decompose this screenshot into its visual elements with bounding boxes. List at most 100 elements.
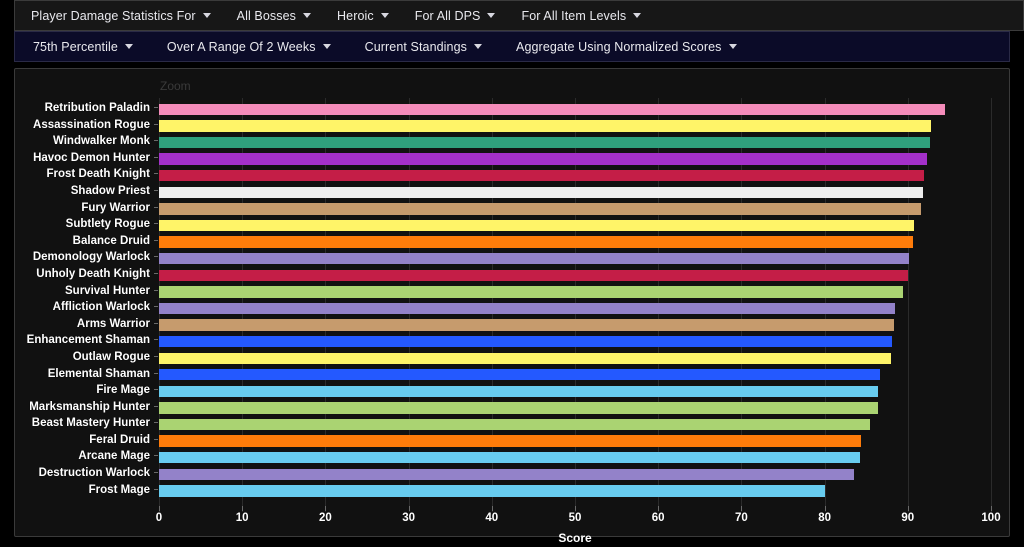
bar-row[interactable]: Arcane Mage (78, 449, 991, 466)
bar-row[interactable]: Unholy Death Knight (36, 267, 991, 284)
bar-category-label: Unholy Death Knight (36, 267, 150, 280)
bar[interactable] (159, 120, 932, 132)
bar-category-label: Survival Hunter (65, 284, 150, 297)
bar-row[interactable]: Shadow Priest (71, 184, 991, 201)
menu-metric[interactable]: Player Damage Statistics For (21, 5, 221, 27)
menu-boss[interactable]: All Bosses (227, 5, 321, 27)
bar[interactable] (159, 186, 923, 198)
bar-category-label: Windwalker Monk (52, 135, 150, 148)
bar-row[interactable]: Affliction Warlock (53, 300, 991, 317)
y-axis-tick-mark (154, 289, 158, 291)
bar-category-label: Marksmanship Hunter (29, 400, 150, 413)
bar-category-label: Enhancement Shaman (26, 334, 150, 347)
y-axis-tick-mark (154, 189, 158, 191)
bar-row[interactable]: Enhancement Shaman (27, 333, 991, 350)
bar-category-label: Retribution Paladin (44, 102, 150, 114)
bar-row[interactable]: Outlaw Rogue (73, 350, 991, 367)
bar[interactable] (159, 286, 903, 298)
menu-difficulty[interactable]: Heroic (327, 5, 399, 27)
y-axis-tick-mark (154, 389, 158, 391)
y-axis-tick-mark (154, 339, 158, 341)
menu-time-range[interactable]: Over A Range Of 2 Weeks (157, 36, 341, 58)
bar-row[interactable]: Marksmanship Hunter (29, 400, 991, 417)
bar-row[interactable]: Elemental Shaman (48, 367, 991, 384)
x-axis-tick-mark (824, 506, 826, 511)
zoom-label[interactable]: Zoom (160, 79, 191, 93)
bar[interactable] (159, 219, 914, 232)
menu-aggregation[interactable]: Aggregate Using Normalized Scores (506, 36, 746, 58)
bar-category-label: Elemental Shaman (47, 367, 150, 380)
menu-boss-label: All Bosses (236, 8, 297, 23)
bar-row[interactable]: Frost Mage (89, 483, 991, 500)
bar[interactable] (159, 153, 927, 165)
bar-row[interactable]: Demonology Warlock (33, 250, 991, 267)
x-axis-tick-label: 30 (402, 512, 415, 524)
chart-panel: Zoom Retribution Paladin Assassination Ro… (14, 68, 1010, 545)
chevron-down-icon (202, 13, 211, 18)
x-axis-tick-mark (575, 506, 576, 511)
bar[interactable] (159, 103, 946, 115)
menu-role-label: For All DPS (414, 8, 481, 23)
bar-row[interactable]: Fury Warrior (81, 201, 991, 218)
bar-row[interactable]: Destruction Warlock (39, 466, 991, 483)
x-axis-tick-label: 10 (235, 512, 249, 524)
bar-category-label: Frost Mage (88, 483, 150, 496)
bar[interactable] (159, 302, 896, 315)
bar[interactable] (159, 435, 862, 447)
bar-row[interactable]: Arms Warrior (77, 317, 991, 334)
bar[interactable] (159, 485, 826, 497)
bar-category-label: Outlaw Rogue (72, 350, 150, 363)
bar-category-label: Beast Mastery Hunter (31, 417, 150, 430)
bar-chart-plot-area: Retribution Paladin Assassination Rogue Wi… (27, 98, 992, 512)
y-axis-tick-mark (154, 173, 158, 175)
bar-row[interactable]: Retribution Paladin (45, 101, 991, 118)
menu-time-range-label: Over A Range Of 2 Weeks (166, 39, 316, 54)
bar[interactable] (159, 236, 913, 248)
bar-series: Retribution Paladin Assassination Rogue Wi… (27, 98, 991, 500)
gridline (991, 98, 992, 512)
bar-row[interactable]: Feral Druid (89, 433, 991, 450)
chevron-down-icon (124, 44, 133, 49)
bar-row[interactable]: Havoc Demon Hunter (33, 151, 991, 168)
bar-row[interactable]: Balance Druid (73, 234, 991, 251)
y-axis-tick-mark (154, 123, 158, 125)
bar-category-label: Assassination Rogue (33, 118, 150, 131)
bar[interactable] (159, 269, 908, 281)
bar[interactable] (159, 352, 892, 364)
bar-row[interactable]: Fire Mage (96, 383, 991, 400)
menu-standings[interactable]: Current Standings (355, 36, 492, 58)
y-axis-tick-mark (154, 438, 158, 440)
menu-item-level[interactable]: For All Item Levels (511, 5, 651, 27)
bar[interactable] (159, 402, 878, 414)
bar[interactable] (159, 452, 861, 464)
x-axis-tick-label: 70 (734, 512, 748, 524)
bar-category-label: Arcane Mage (78, 450, 150, 463)
bar[interactable] (159, 369, 880, 381)
bar-row[interactable]: Subtlety Rogue (66, 217, 991, 234)
bar[interactable] (159, 169, 924, 182)
x-axis-tick-label: 100 (981, 512, 1001, 524)
y-axis-tick-mark (154, 140, 158, 142)
chevron-down-icon (633, 13, 642, 18)
bar-row[interactable]: Windwalker Monk (53, 134, 991, 151)
y-axis-tick-mark (154, 272, 158, 274)
menu-item-level-label: For All Item Levels (521, 8, 627, 23)
bar[interactable] (159, 335, 892, 348)
x-axis-tick-mark (242, 506, 244, 511)
menu-metric-label: Player Damage Statistics For (31, 8, 196, 23)
bar-category-label: Shadow Priest (70, 184, 150, 197)
bar-row[interactable]: Beast Mastery Hunter (32, 416, 991, 433)
bar[interactable] (159, 385, 878, 398)
bar-row[interactable]: Survival Hunter (65, 284, 991, 301)
bar[interactable] (159, 418, 870, 431)
menu-percentile[interactable]: 75th Percentile (23, 36, 143, 58)
bar[interactable] (159, 203, 922, 215)
bar-row[interactable]: Assassination Rogue (33, 118, 991, 135)
menu-role[interactable]: For All DPS (405, 5, 506, 27)
bar-row[interactable]: Frost Death Knight (47, 167, 991, 184)
chevron-down-icon (380, 13, 389, 18)
bar[interactable] (159, 136, 931, 149)
bar[interactable] (159, 468, 854, 481)
bar[interactable] (159, 252, 909, 265)
bar[interactable] (159, 319, 895, 331)
